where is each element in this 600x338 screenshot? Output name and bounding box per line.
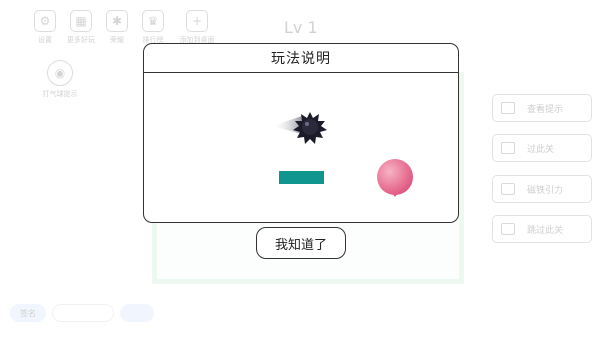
got-it-button[interactable]: 我知道了 bbox=[256, 227, 346, 259]
dialog-header: 玩法说明 bbox=[144, 44, 458, 73]
instructions-dialog: 玩法说明 bbox=[143, 43, 459, 223]
balloon-icon bbox=[377, 159, 413, 197]
dialog-title: 玩法说明 bbox=[271, 51, 331, 67]
spike-ball-icon bbox=[293, 112, 327, 144]
platform-block bbox=[279, 171, 324, 184]
gameplay-illustration bbox=[272, 112, 413, 197]
